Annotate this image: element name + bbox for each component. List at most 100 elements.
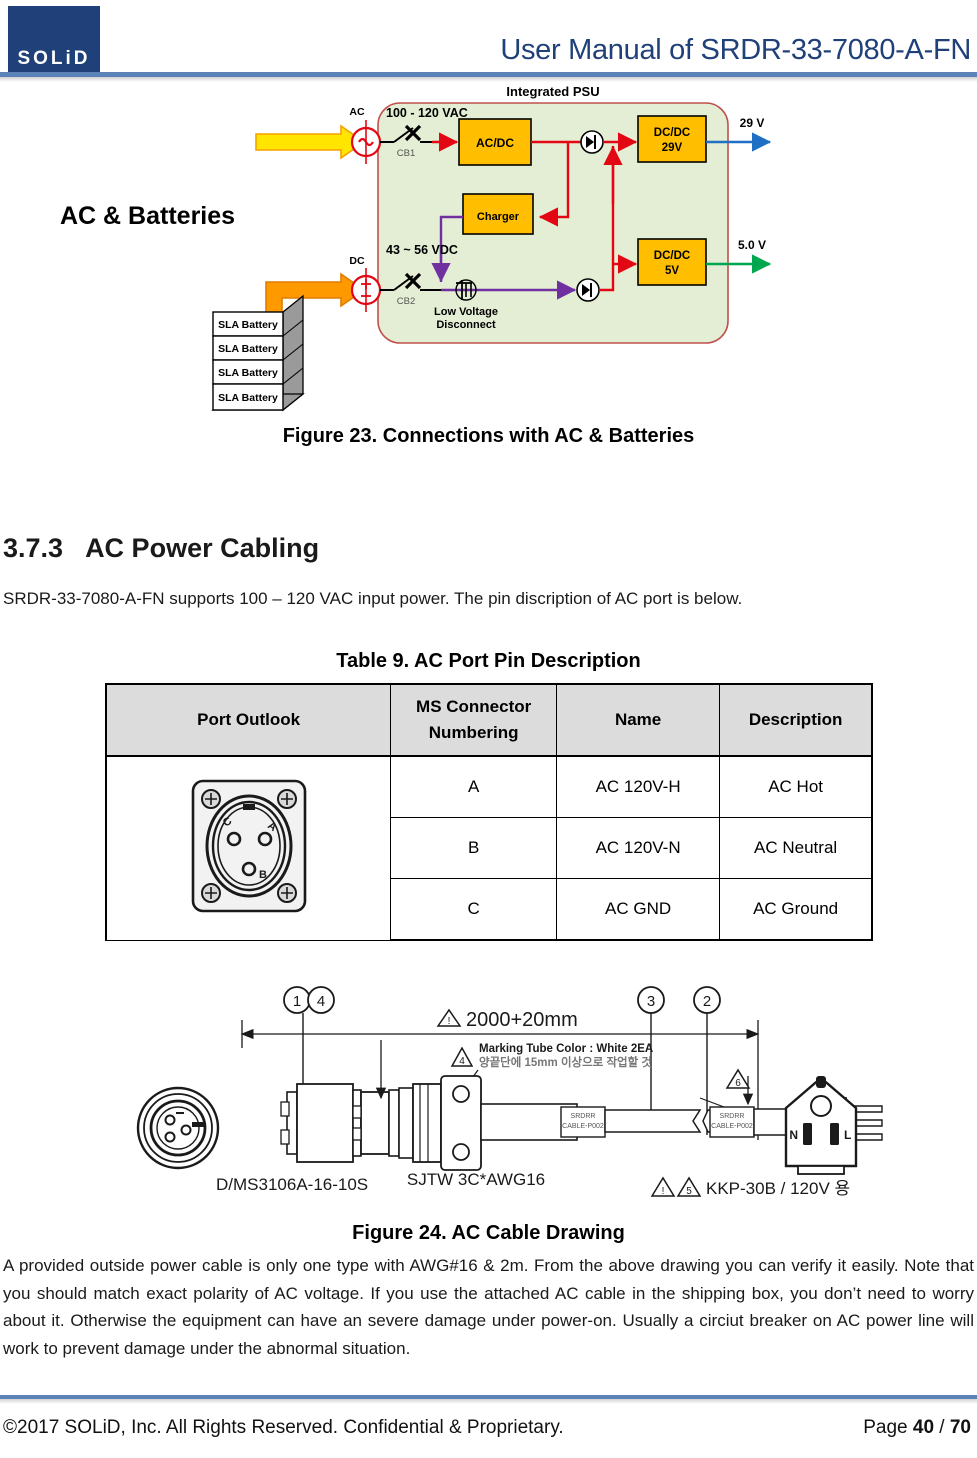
dc-source-symbol (350, 268, 382, 312)
note-balloon-4-triangle: 4 (450, 1046, 474, 1067)
svg-text:5V: 5V (665, 265, 679, 277)
cable-jacket-left: SRDRR CABLE-P002 (480, 1103, 702, 1141)
ac-plug-face: N L (784, 1076, 858, 1175)
marking-tube-right (709, 1106, 755, 1138)
cell-ms-number: A (390, 755, 557, 818)
plug-spec-label: KKP-30B / 120V 용 (706, 1179, 850, 1198)
cell-name: AC 120V-N (555, 817, 721, 879)
svg-text:CABLE-P002: CABLE-P002 (562, 1123, 604, 1130)
page-number: 40 (912, 1417, 935, 1438)
figure-24-caption: Figure 24. AC Cable Drawing (352, 1222, 625, 1244)
balloon-2: 2 (693, 986, 721, 1014)
table-header-ms-line2: Numbering (428, 723, 519, 742)
svg-text:4: 4 (317, 993, 325, 1010)
page-header: SOLiD User Manual of SRDR-33-7080-A-FN (0, 0, 977, 82)
footer-divider-shadow (0, 1399, 977, 1404)
cable-spec-label: SJTW 3C*AWG16 (407, 1170, 545, 1189)
svg-text:SLA Battery: SLA Battery (218, 319, 278, 331)
svg-text:DC/DC: DC/DC (654, 127, 690, 139)
table-9-caption: Table 9. AC Port Pin Description (336, 650, 641, 672)
table-header-description: Description (719, 683, 874, 757)
svg-text:CABLE-P002: CABLE-P002 (711, 1123, 753, 1130)
psu-title-label: Integrated PSU (506, 84, 599, 99)
table-header-ms-line1: MS Connector (416, 696, 532, 716)
warning-triangle-icon: ! (436, 1008, 462, 1027)
document-title: User Manual of SRDR-33-7080-A-FN (500, 34, 971, 66)
balloon-1: 1 (283, 986, 311, 1014)
dc-voltage-label: 43 ~ 56 VDC (386, 243, 458, 257)
svg-text:6: 6 (735, 1078, 741, 1089)
page-prefix: Page (863, 1417, 913, 1438)
connector-face-view (136, 1086, 220, 1170)
block-dcdc-29v: DC/DC 29V (637, 115, 707, 163)
ms-connector-outlook-image: C A B (105, 755, 392, 941)
logo-text: SOLiD (17, 48, 91, 69)
svg-text:3: 3 (647, 993, 655, 1010)
svg-text:AC/DC: AC/DC (476, 136, 514, 150)
ac-port-label: AC (349, 106, 365, 118)
closing-paragraph: A provided outside power cable is only o… (3, 1256, 974, 1358)
figure-23-diagram: Integrated PSU AC 100 - 120 VAC CB1 AC/D… (0, 84, 977, 414)
svg-text:L: L (844, 1128, 851, 1142)
svg-text:SRDRR: SRDRR (720, 1113, 745, 1120)
dc-port-label: DC (349, 255, 365, 267)
svg-text:2: 2 (703, 993, 711, 1010)
svg-text:SRDRR: SRDRR (571, 1113, 596, 1120)
table-row: C A B A AC 120V-H AC Hot (105, 755, 874, 941)
svg-text:1: 1 (293, 993, 301, 1010)
diode-lower-symbol (576, 278, 600, 302)
diode-upper-symbol (580, 130, 604, 154)
ac-port-pin-table: Port Outlook MS Connector Numbering Name… (105, 683, 874, 941)
svg-text:4: 4 (459, 1056, 465, 1067)
cb2-label: CB2 (397, 296, 415, 307)
ms-connector-icon: C A B (191, 779, 306, 913)
header-divider-shadow (0, 77, 977, 82)
cell-description: AC Ground (719, 878, 874, 941)
marking-tube-note-line1: Marking Tube Color : White 2EA (479, 1043, 653, 1055)
svg-text:5: 5 (686, 1186, 692, 1197)
dimension-label: 2000+20mm (466, 1009, 578, 1031)
section-heading-3-7-3: 3.7.3 AC Power Cabling (3, 533, 319, 564)
footer-copyright: ©2017 SOLiD, Inc. All Rights Reserved. C… (3, 1417, 564, 1438)
table-header-name: Name (555, 683, 721, 757)
ac-voltage-label: 100 - 120 VAC (386, 106, 468, 120)
section-number: 3.7.3 (3, 533, 64, 563)
marking-tube-left (560, 1106, 606, 1138)
block-ac-dc: AC/DC (458, 118, 532, 166)
cell-description: AC Hot (719, 755, 874, 818)
balloon-4: 4 (307, 986, 335, 1014)
table-header-row: Port Outlook MS Connector Numbering Name… (105, 683, 874, 757)
ac-batteries-label: AC & Batteries (60, 202, 235, 230)
ac-input-arrow (255, 124, 366, 160)
solid-logo: SOLiD (8, 6, 100, 72)
section-intro-paragraph: SRDR-33-7080-A-FN supports 100 – 120 VAC… (3, 589, 743, 608)
figure-24-drawing: 1 4 3 2 ! 2000+20mm 4 Marking Tube Color… (0, 980, 977, 1220)
footer-page-indicator: Page 40 / 70 (863, 1417, 971, 1439)
block-dcdc-5v: DC/DC 5V (637, 238, 707, 286)
marking-tube-note-line2: 양끝단에 15mm 이상으로 작업할 것 (479, 1055, 652, 1069)
svg-text:SLA Battery: SLA Battery (218, 343, 278, 355)
cb1-label: CB1 (397, 148, 415, 159)
balloon-6-triangle: 6 (725, 1068, 751, 1089)
svg-text:29V: 29V (662, 142, 683, 154)
ac-source-symbol (350, 120, 382, 164)
plug-warning-triangle-5: 5 (676, 1176, 702, 1197)
section-title: AC Power Cabling (85, 533, 320, 563)
battery-stack: SLA Battery SLA Battery SLA Battery SLA … (211, 294, 305, 412)
svg-text:!: ! (448, 1016, 451, 1027)
cell-ms-number: C (390, 878, 557, 941)
cell-name: AC 120V-H (555, 755, 721, 818)
svg-text:B: B (259, 869, 267, 881)
plug-warning-triangle-1: ! (650, 1176, 676, 1197)
balloon-3: 3 (637, 986, 665, 1014)
svg-text:SLA Battery: SLA Battery (218, 367, 278, 379)
table-header-ms-connector: MS Connector Numbering (390, 683, 557, 757)
lvd-label-line1: Low Voltage (434, 306, 498, 318)
svg-text:DC/DC: DC/DC (654, 250, 690, 262)
cell-ms-number: B (390, 817, 557, 879)
cell-name: AC GND (555, 878, 721, 941)
page-total: 70 (949, 1417, 971, 1438)
figure-23-caption: Figure 23. Connections with AC & Batteri… (282, 425, 695, 447)
cell-description: AC Neutral (719, 817, 874, 879)
svg-text:SLA Battery: SLA Battery (218, 392, 278, 404)
